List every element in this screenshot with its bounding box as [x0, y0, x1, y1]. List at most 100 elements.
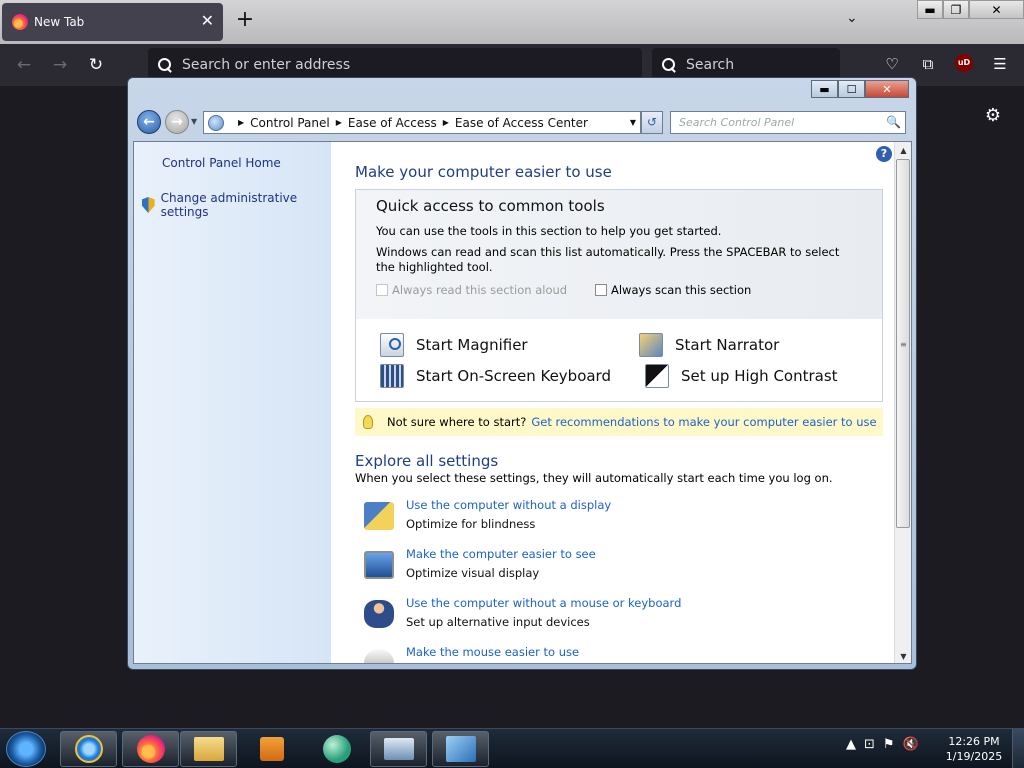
action-center-flag-icon[interactable]: ⚑: [883, 737, 895, 752]
help-icon[interactable]: ?: [876, 146, 892, 162]
control-panel-search-input[interactable]: Search Control Panel 🔍: [670, 111, 906, 134]
device-icon: [383, 738, 414, 760]
forward-button[interactable]: →: [165, 110, 189, 134]
breadcrumb-separator[interactable]: ▶: [443, 118, 449, 127]
scan-section-checkbox[interactable]: Always scan this section: [595, 283, 751, 297]
maximize-button[interactable]: ☐: [838, 80, 865, 98]
scroll-down-icon[interactable]: ▼: [895, 648, 911, 663]
mouse-easier-link[interactable]: Make the mouse easier to use: [406, 645, 579, 659]
refresh-button[interactable]: ↺: [641, 111, 663, 134]
control-panel-content: Control Panel Home Change administrative…: [133, 141, 912, 664]
start-narrator-button[interactable]: Start Narrator: [639, 333, 779, 357]
explore-all-settings-heading: Explore all settings: [355, 452, 499, 470]
close-button[interactable]: ✕: [865, 80, 909, 98]
taskbar-device[interactable]: [370, 731, 427, 767]
without-mouse-keyboard-link[interactable]: Use the computer without a mouse or keyb…: [406, 596, 681, 610]
media-player-icon: [259, 737, 284, 761]
scan-section-label: Always scan this section: [611, 283, 752, 297]
set-up-high-contrast-label: Set up High Contrast: [681, 367, 838, 385]
taskbar-app[interactable]: [308, 731, 365, 767]
clock-time: 12:26 PM: [948, 735, 1000, 748]
breadcrumb-ease-of-access[interactable]: Ease of Access: [348, 116, 437, 130]
browser-close-button[interactable]: ✕: [969, 0, 1024, 19]
start-narrator-label: Start Narrator: [675, 336, 780, 354]
search-placeholder: Search Control Panel: [679, 116, 795, 129]
vertical-scrollbar[interactable]: ▲ ≡ ▼: [894, 142, 911, 663]
checkbox-box: [376, 284, 388, 296]
narrator-icon: [639, 333, 663, 357]
start-button[interactable]: [6, 731, 46, 767]
forward-arrow-icon[interactable]: →: [49, 54, 71, 76]
recent-pages-chevron-icon[interactable]: ▼: [191, 117, 197, 126]
firefox-icon: [136, 735, 165, 763]
setting-description: Optimize for blindness: [406, 517, 536, 531]
taskbar-internet-explorer[interactable]: [60, 731, 117, 767]
quick-access-header: Quick access to common tools You can use…: [356, 190, 882, 319]
hamburger-menu-icon[interactable]: ☰: [990, 54, 1010, 74]
blindness-setting-icon: [364, 502, 394, 530]
show-hidden-icons-icon[interactable]: ▲: [846, 737, 856, 752]
easier-to-see-link[interactable]: Make the computer easier to see: [406, 547, 596, 561]
quick-access-section: Quick access to common tools You can use…: [355, 189, 883, 402]
internet-explorer-icon: [74, 735, 103, 763]
network-icon[interactable]: ⊡: [864, 737, 875, 752]
control-panel-window: ▬ ☐ ✕ ← → ▼ ▶ Control Panel ▶ Ease of Ac…: [127, 77, 917, 670]
breadcrumb-control-panel[interactable]: Control Panel: [250, 116, 330, 130]
control-panel-icon: [445, 736, 476, 762]
taskbar-control-panel[interactable]: [432, 731, 489, 767]
list-all-tabs-button[interactable]: ⌄: [846, 10, 858, 26]
taskbar-windows-explorer[interactable]: [180, 731, 237, 767]
extensions-icon[interactable]: ⧉: [918, 54, 938, 74]
ublock-origin-icon[interactable]: uD: [955, 54, 973, 72]
start-on-screen-keyboard-button[interactable]: Start On-Screen Keyboard: [380, 364, 611, 388]
search-icon: [158, 58, 172, 72]
control-panel-home-link[interactable]: Control Panel Home: [162, 156, 281, 170]
tab-title: New Tab: [34, 15, 85, 29]
taskbar-firefox[interactable]: [122, 731, 179, 767]
breadcrumb-ease-of-access-center[interactable]: Ease of Access Center: [455, 116, 588, 130]
tab-new-tab[interactable]: New Tab ✕: [2, 3, 223, 41]
get-recommendations-link[interactable]: Get recommendations to make your compute…: [531, 415, 876, 429]
browser-minimize-button[interactable]: ▬: [917, 0, 943, 19]
system-clock[interactable]: 12:26 PM 1/19/2025: [944, 734, 1004, 764]
tab-close-icon[interactable]: ✕: [201, 11, 214, 30]
notification-area: ▲ ⊡ ⚑ 🔇: [846, 737, 919, 752]
monitor-icon: [364, 551, 394, 579]
taskbar-media-player[interactable]: [243, 731, 300, 767]
control-panel-icon: [208, 114, 224, 131]
address-placeholder: Search or enter address: [182, 57, 351, 73]
volume-muted-icon[interactable]: 🔇: [903, 737, 919, 752]
address-dropdown-icon[interactable]: ▼: [630, 118, 636, 127]
gear-icon[interactable]: ⚙: [983, 106, 1003, 126]
browser-maximize-button[interactable]: ❐: [943, 0, 969, 19]
keyboard-icon: [380, 364, 404, 388]
new-tab-button[interactable]: +: [233, 7, 257, 32]
scrollbar-thumb[interactable]: ≡: [896, 159, 910, 528]
reload-icon[interactable]: ↻: [85, 54, 107, 76]
folder-icon: [193, 737, 224, 761]
set-up-high-contrast-button[interactable]: Set up High Contrast: [645, 364, 838, 388]
minimize-button[interactable]: ▬: [811, 80, 838, 98]
firefox-icon: [12, 14, 28, 30]
breadcrumb[interactable]: ▶ Control Panel ▶ Ease of Access ▶ Ease …: [203, 111, 641, 134]
window-caption-buttons: ▬ ☐ ✕: [811, 80, 909, 98]
start-magnifier-button[interactable]: Start Magnifier: [380, 333, 528, 357]
explorer-navigation: ← → ▼ ▶ Control Panel ▶ Ease of Access ▶…: [136, 109, 906, 135]
start-magnifier-label: Start Magnifier: [416, 336, 528, 354]
show-desktop-button[interactable]: [1012, 729, 1024, 768]
search-icon[interactable]: 🔍: [886, 115, 901, 129]
use-without-display-link[interactable]: Use the computer without a display: [406, 498, 611, 512]
breadcrumb-separator[interactable]: ▶: [336, 118, 342, 127]
taskbar: ▲ ⊡ ⚑ 🔇 12:26 PM 1/19/2025: [0, 728, 1024, 768]
search-icon: [662, 58, 676, 72]
breadcrumb-separator[interactable]: ▶: [238, 118, 244, 127]
tip-text: Not sure where to start?: [387, 415, 527, 429]
back-arrow-icon[interactable]: ←: [13, 54, 35, 76]
back-button[interactable]: ←: [137, 110, 161, 134]
change-admin-settings-link[interactable]: Change administrative settings: [142, 191, 331, 219]
read-aloud-label: Always read this section aloud: [392, 283, 568, 297]
scroll-up-icon[interactable]: ▲: [895, 142, 911, 159]
recommendation-tip: Not sure where to start? Get recommendat…: [355, 408, 883, 436]
checkbox-box[interactable]: [595, 284, 607, 296]
pocket-icon[interactable]: ♡: [882, 54, 902, 74]
